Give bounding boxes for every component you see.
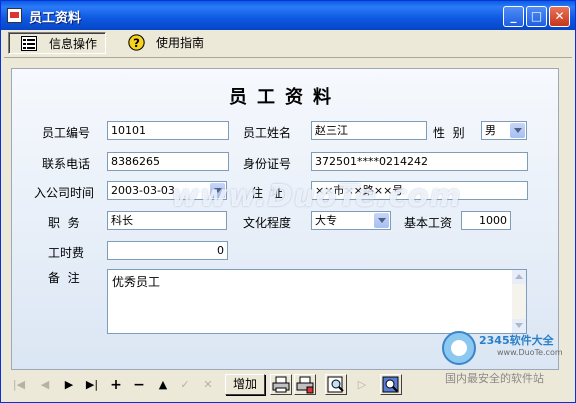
form-heading: 员工资料 (229, 87, 341, 108)
preview-button[interactable] (325, 374, 347, 395)
join-date-value: 2003-03-03 (111, 184, 175, 197)
chevron-down-icon[interactable] (510, 123, 525, 138)
label-base-salary: 基本工资 (404, 216, 453, 230)
menu-bar: 信息操作 ? 使用指南 (4, 30, 572, 58)
add-button[interactable]: 增加 (225, 374, 265, 395)
gender-select[interactable]: 男 (481, 121, 527, 140)
watermark-brand-url: www.DuoTe.com (497, 348, 563, 357)
form-icon (21, 36, 37, 51)
svg-text:?: ? (133, 36, 140, 50)
post-record-icon[interactable]: ✓ (176, 376, 194, 394)
label-phone: 联系电话 (42, 157, 91, 171)
title-bar[interactable]: 员工资料 _ □ ✕ (1, 1, 575, 30)
emp-no-input[interactable]: 10101 (107, 121, 229, 140)
label-gender: 性 别 (433, 126, 465, 140)
maximize-button[interactable]: □ (526, 6, 547, 27)
scroll-up-arrow-icon[interactable] (512, 270, 526, 284)
print-preview-icon (327, 376, 344, 393)
last-record-icon[interactable]: ▶| (83, 376, 101, 394)
watermark-brand: 2345软件大全 (479, 334, 554, 347)
label-remarks: 备 注 (48, 271, 80, 285)
watermark-logo: 2345软件大全 www.DuoTe.com 国内最安全的软件站 (439, 328, 575, 388)
delete-record-icon[interactable]: − (130, 376, 148, 394)
employee-form-panel: 员工资料 员工编号 10101 员工姓名 赵三江 性 别 男 联系电话 8386… (11, 68, 559, 370)
label-join-date: 入公司时间 (34, 186, 95, 200)
label-emp-name: 员工姓名 (243, 126, 292, 140)
education-value: 大专 (315, 214, 337, 227)
menu-info-ops[interactable]: 信息操作 (8, 32, 106, 54)
print-button[interactable] (270, 374, 292, 395)
app-window: 员工资料 _ □ ✕ 信息操作 ? 使用指南 员工资料 员工编号 10101 员… (0, 0, 576, 403)
watermark-text: www.DuoTe.com (171, 179, 462, 214)
first-record-icon[interactable]: |◀ (10, 376, 28, 394)
emp-name-input[interactable]: 赵三江 (311, 121, 427, 140)
menu-info-ops-label: 信息操作 (49, 37, 98, 51)
menu-guide-label: 使用指南 (156, 36, 205, 50)
cancel-record-icon[interactable]: ✕ (199, 376, 217, 394)
base-salary-input[interactable]: 1000 (461, 211, 511, 230)
minimize-button[interactable]: _ (503, 6, 524, 27)
label-education: 文化程度 (243, 216, 292, 230)
app-icon (7, 8, 22, 23)
printer-setup-icon (296, 376, 314, 394)
remarks-value: 优秀员工 (112, 275, 161, 289)
label-hourly-fee: 工时费 (48, 246, 85, 260)
logo-icon (442, 331, 476, 365)
printer-icon (272, 376, 290, 393)
play-icon[interactable]: ▷ (353, 376, 371, 394)
search-icon (382, 376, 399, 393)
label-emp-no: 员工编号 (42, 126, 91, 140)
remarks-scrollbar[interactable] (512, 270, 526, 333)
gender-value: 男 (485, 124, 496, 137)
remarks-textarea[interactable]: 优秀员工 (107, 269, 527, 334)
label-position: 职 务 (48, 216, 80, 230)
hourly-fee-input[interactable]: 0 (107, 241, 228, 260)
next-record-icon[interactable]: ▶ (60, 376, 78, 394)
close-button[interactable]: ✕ (549, 6, 570, 27)
id-no-input[interactable]: 372501****0214242 (311, 152, 528, 171)
search-button[interactable] (380, 374, 402, 395)
watermark-slogan: 国内最安全的软件站 (445, 372, 544, 385)
menu-guide[interactable]: ? 使用指南 (116, 32, 216, 54)
print-setup-button[interactable] (294, 374, 316, 395)
phone-input[interactable]: 8386265 (107, 152, 229, 171)
edit-record-icon[interactable]: ▲ (154, 376, 172, 394)
window-title: 员工资料 (29, 11, 82, 26)
prev-record-icon[interactable]: ◀ (36, 376, 54, 394)
label-id-no: 身份证号 (243, 157, 292, 171)
help-icon: ? (128, 34, 145, 51)
add-record-icon[interactable]: + (107, 376, 125, 394)
chevron-down-icon[interactable] (374, 213, 389, 228)
